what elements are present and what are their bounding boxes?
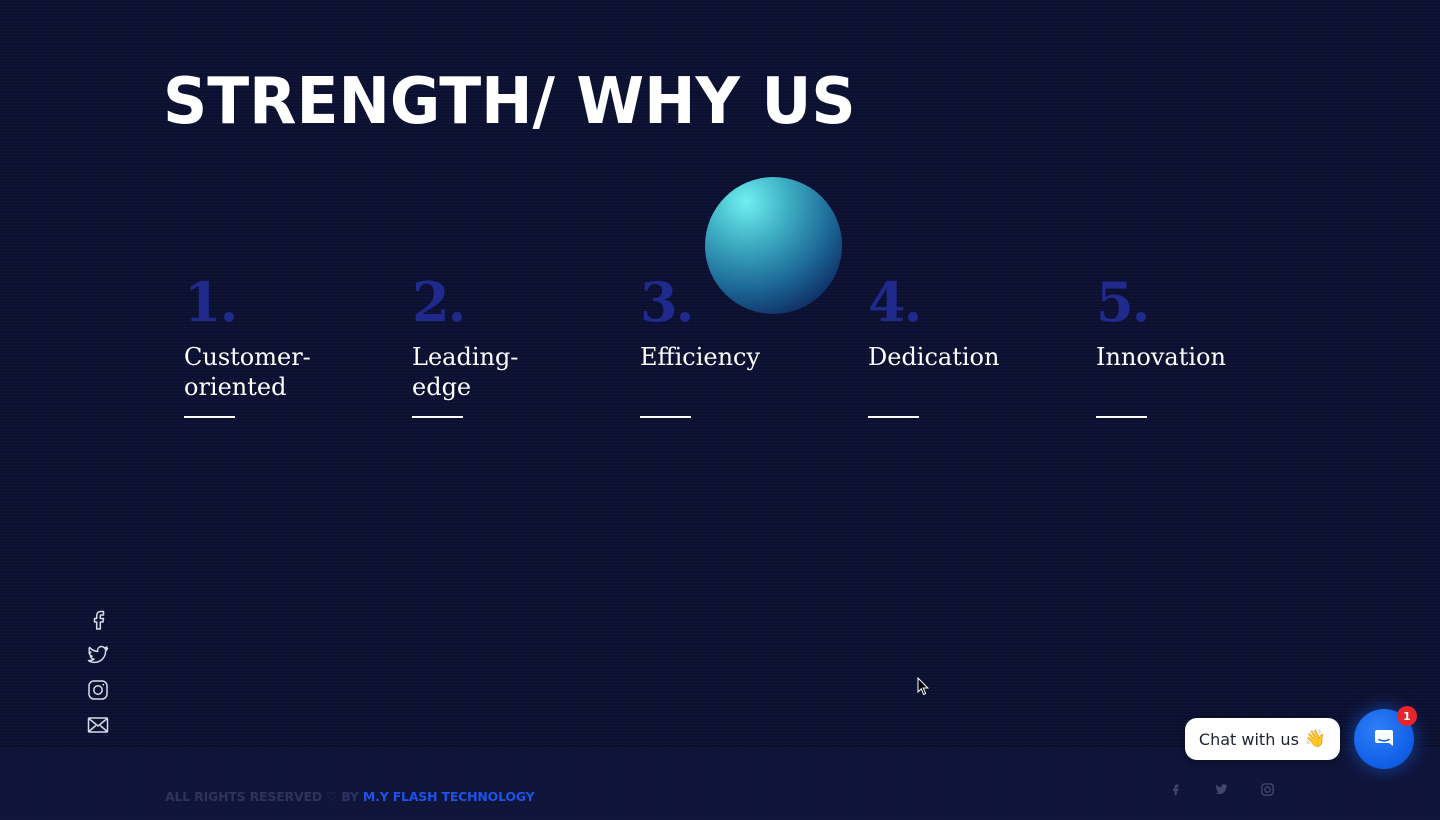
copyright-prefix: ALL RIGHTS RESERVED ♡ BY — [165, 789, 363, 804]
strength-item-2: 2. Leading- edge — [412, 270, 612, 418]
chat-bubble-icon — [1375, 730, 1393, 746]
mouse-cursor-icon — [917, 677, 929, 696]
underline-divider — [412, 416, 463, 418]
brand-link[interactable]: M.Y FLASH TECHNOLOGY — [363, 789, 535, 804]
social-links-sidebar — [86, 608, 110, 737]
footer-social-links — [1168, 782, 1275, 797]
instagram-icon[interactable] — [86, 678, 110, 702]
unread-badge: 1 — [1397, 706, 1417, 726]
strength-label: Innovation — [1096, 343, 1226, 371]
underline-divider — [1096, 416, 1147, 418]
underline-divider — [868, 416, 919, 418]
strength-label: Dedication — [868, 343, 1000, 371]
underline-divider — [640, 416, 691, 418]
strength-label: Customer- oriented — [184, 343, 311, 401]
facebook-icon[interactable] — [1168, 782, 1183, 797]
copyright-text: ALL RIGHTS RESERVED ♡ BY M.Y FLASH TECHN… — [165, 789, 535, 804]
mail-icon[interactable] — [86, 713, 110, 737]
strength-number: 2. — [412, 270, 466, 334]
underline-divider — [184, 416, 235, 418]
strength-number: 5. — [1096, 270, 1150, 334]
strength-item-4: 4. Dedication — [868, 270, 1068, 418]
strength-number: 3. — [640, 270, 694, 334]
chat-prompt-label: Chat with us — [1198, 729, 1299, 749]
instagram-icon[interactable] — [1260, 782, 1275, 797]
twitter-icon[interactable] — [86, 643, 110, 667]
section-title: STRENGTH/ WHY US — [163, 65, 856, 139]
facebook-icon[interactable] — [86, 608, 110, 632]
twitter-icon[interactable] — [1214, 782, 1229, 797]
strength-label: Leading- edge — [412, 343, 519, 401]
strength-item-5: 5. Innovation — [1096, 270, 1296, 418]
strength-number: 4. — [868, 270, 922, 334]
strength-item-1: 1. Customer- oriented — [184, 270, 384, 418]
strength-item-3: 3. Efficiency — [640, 270, 840, 418]
strength-number: 1. — [184, 270, 238, 334]
strength-label: Efficiency — [640, 343, 761, 371]
waving-hand-icon: 👋 — [1304, 729, 1327, 749]
chat-with-us-prompt[interactable]: Chat with us 👋 — [1185, 718, 1340, 760]
